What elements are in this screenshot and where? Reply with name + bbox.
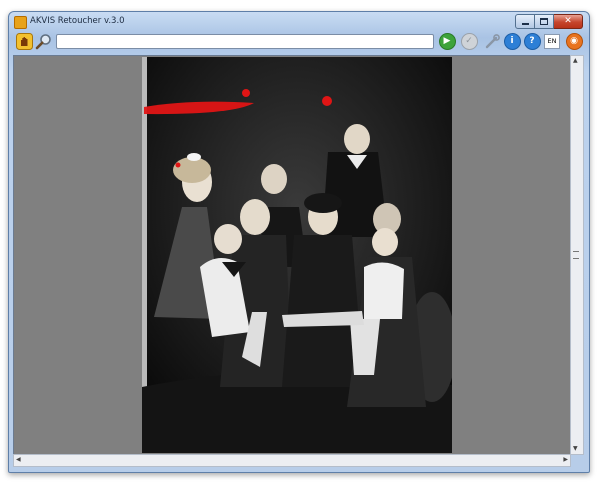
woman-hair bbox=[304, 193, 342, 213]
info-button[interactable]: i bbox=[503, 32, 521, 50]
zoom-tool-button[interactable] bbox=[34, 32, 52, 50]
toolbar: ▶ ✓ i ? EN ◉ bbox=[13, 31, 585, 53]
red-spot-left bbox=[175, 162, 181, 168]
stop-button[interactable]: ✓ bbox=[460, 32, 478, 50]
minimize-icon bbox=[521, 23, 529, 25]
close-icon: ✕ bbox=[564, 16, 572, 26]
language-label: EN bbox=[547, 37, 557, 45]
vertical-scrollbar[interactable]: ▲ ▼ bbox=[570, 55, 584, 455]
horizontal-scrollbar[interactable]: ◀ ▶ bbox=[13, 454, 571, 467]
app-window: AKVIS Retoucher v.3.0 ✕ ▶ ✓ i ? EN ◉ ▲ ▼… bbox=[8, 11, 590, 473]
stop-icon: ✓ bbox=[460, 32, 478, 50]
hand-tool-button[interactable] bbox=[15, 32, 33, 50]
info-icon: i bbox=[503, 32, 521, 50]
app-logo-icon bbox=[14, 16, 27, 29]
scroll-down-arrow-icon[interactable]: ▼ bbox=[573, 445, 578, 453]
minimize-button[interactable] bbox=[515, 14, 535, 29]
hand-icon bbox=[15, 32, 33, 50]
language-icon: EN bbox=[544, 33, 560, 49]
boy-back-head bbox=[261, 164, 287, 194]
boy-sailor-head bbox=[214, 224, 242, 254]
close-button[interactable]: ✕ bbox=[554, 14, 583, 29]
language-button[interactable]: EN bbox=[543, 32, 561, 50]
girl-left-hair bbox=[173, 157, 211, 183]
red-spot-right bbox=[322, 96, 332, 106]
path-field[interactable] bbox=[56, 34, 434, 49]
maximize-button[interactable] bbox=[535, 14, 554, 29]
toddler-shirt bbox=[364, 262, 404, 319]
preferences-icon: ◉ bbox=[565, 32, 583, 50]
window-controls: ✕ bbox=[515, 14, 583, 29]
scroll-right-arrow-icon[interactable]: ▶ bbox=[563, 456, 568, 464]
scroll-left-arrow-icon[interactable]: ◀ bbox=[16, 456, 21, 464]
preferences-button[interactable]: ◉ bbox=[565, 32, 583, 50]
man-head bbox=[240, 199, 270, 235]
toddler-head bbox=[372, 228, 398, 256]
scroll-grip-icon[interactable] bbox=[573, 251, 579, 259]
maximize-icon bbox=[540, 18, 548, 25]
settings-button[interactable] bbox=[483, 32, 501, 50]
help-button[interactable]: ? bbox=[523, 32, 541, 50]
settings-icon bbox=[485, 33, 500, 48]
magnifier-icon bbox=[35, 33, 51, 49]
photo[interactable] bbox=[142, 57, 452, 453]
boy-tall-head bbox=[344, 124, 370, 154]
window-title: AKVIS Retoucher v.3.0 bbox=[30, 16, 125, 26]
scroll-up-arrow-icon[interactable]: ▲ bbox=[573, 57, 578, 65]
help-icon: ? bbox=[523, 32, 541, 50]
girl-left-bow bbox=[187, 153, 201, 161]
woman-dress bbox=[282, 235, 364, 387]
run-icon: ▶ bbox=[438, 32, 456, 50]
image-canvas[interactable] bbox=[13, 55, 571, 455]
run-button[interactable]: ▶ bbox=[438, 32, 456, 50]
red-spot-top bbox=[242, 89, 250, 97]
family-portrait-image bbox=[142, 57, 452, 453]
